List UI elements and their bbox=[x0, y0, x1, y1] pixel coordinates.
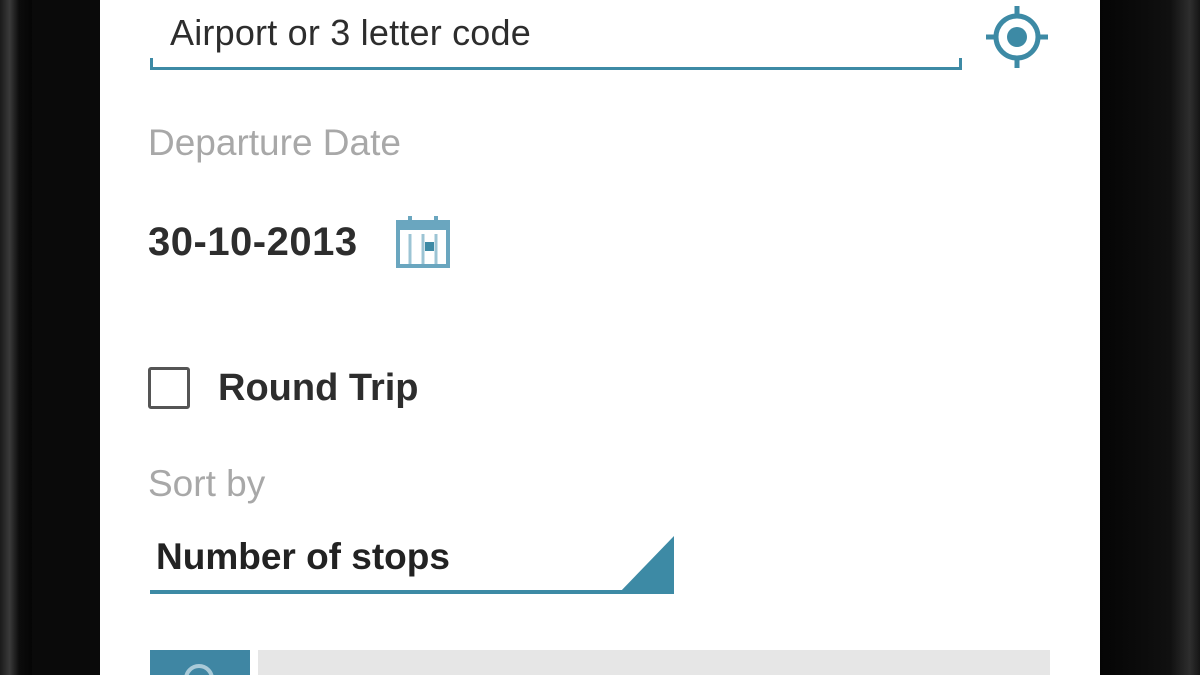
dropdown-corner-icon bbox=[618, 536, 674, 594]
search-icon bbox=[184, 664, 214, 675]
search-bar bbox=[150, 650, 1050, 675]
my-location-icon[interactable] bbox=[984, 4, 1050, 70]
round-trip-label: Round Trip bbox=[218, 366, 419, 409]
sort-by-label: Sort by bbox=[148, 463, 266, 504]
phone-bezel-left bbox=[0, 0, 32, 675]
round-trip-checkbox[interactable] bbox=[148, 367, 190, 409]
round-trip-toggle[interactable]: Round Trip bbox=[148, 362, 419, 414]
phone-device: Airport or 3 letter code Departure Date … bbox=[0, 0, 1200, 675]
airport-input-placeholder: Airport or 3 letter code bbox=[170, 12, 531, 53]
phone-bezel-right bbox=[1100, 0, 1200, 675]
sort-by-select[interactable]: Number of stops bbox=[150, 528, 674, 596]
departure-date-label: Departure Date bbox=[148, 122, 401, 163]
search-button[interactable] bbox=[150, 650, 250, 675]
sort-by-selected-value: Number of stops bbox=[156, 536, 450, 577]
input-underline bbox=[150, 67, 962, 70]
sort-select-underline bbox=[150, 590, 674, 594]
departure-date-value[interactable]: 30-10-2013 bbox=[148, 220, 358, 265]
search-field[interactable] bbox=[258, 650, 1050, 675]
airport-input[interactable]: Airport or 3 letter code bbox=[150, 0, 962, 74]
app-screen: Airport or 3 letter code Departure Date … bbox=[100, 0, 1100, 675]
calendar-icon[interactable] bbox=[394, 214, 452, 270]
